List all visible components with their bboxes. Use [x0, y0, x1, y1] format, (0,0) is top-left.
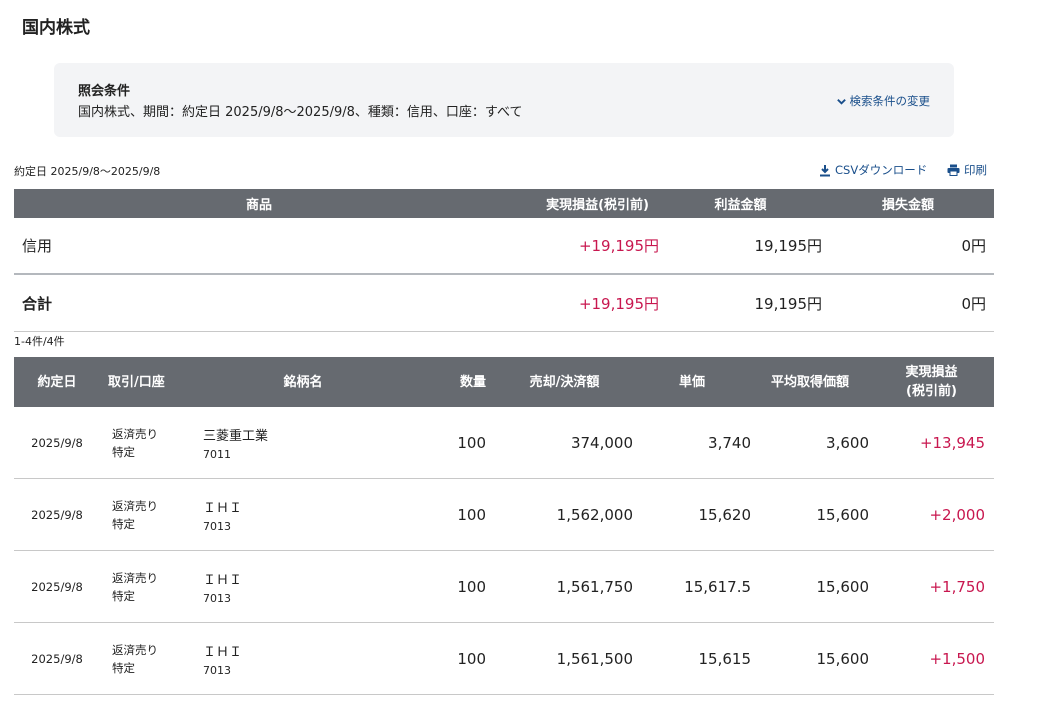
stock-name: 三菱重工業 — [203, 428, 269, 444]
table-row: 2025/9/8 返済売り 特定 ＩＨＩ 7013 100 1,561,750 … — [14, 550, 994, 623]
quantity: 100 — [418, 407, 496, 479]
account-type: 特定 — [112, 660, 135, 675]
stock-code: 7013 — [203, 663, 231, 677]
header-trade: 取引/口座 — [100, 357, 188, 407]
page-title: 国内株式 — [22, 18, 90, 38]
settlement-amount: 1,561,500 — [496, 622, 633, 695]
realized-cell: +19,195円 — [504, 218, 659, 275]
table-row: 2025/9/8 返済売り 特定 三菱重工業 7011 100 374,000 … — [14, 407, 994, 479]
stock-code: 7011 — [203, 447, 231, 461]
change-conditions-label: 検索条件の変更 — [849, 94, 931, 108]
header-price: 単価 — [633, 357, 751, 407]
realized-pl: +1,750 — [869, 550, 994, 623]
detail-header-row: 約定日 取引/口座 銘柄名 数量 売却/決済額 単価 平均取得価額 実現損益 (… — [14, 357, 994, 407]
header-profit: 利益金額 — [659, 189, 822, 218]
realized-pl: +1,500 — [869, 622, 994, 695]
search-conditions-panel: 照会条件 国内株式、期間：約定日 2025/9/8～2025/9/8、種類：信用… — [54, 63, 954, 137]
unit-price: 15,615 — [633, 622, 751, 695]
settlement-amount: 1,562,000 — [496, 478, 633, 551]
trade-type-cell: 返済売り 特定 — [100, 478, 188, 551]
average-cost: 15,600 — [751, 622, 869, 695]
trade-type: 返済売り — [112, 570, 158, 585]
trade-date: 2025/9/8 — [14, 478, 100, 551]
stock-cell: ＩＨＩ 7013 — [188, 550, 418, 623]
header-avg: 平均取得価額 — [751, 357, 869, 407]
conditions-label: 照会条件 — [78, 84, 131, 99]
download-icon — [820, 164, 830, 176]
summary-header-row: 商品 実現損益(税引前) 利益金額 損失金額 — [14, 189, 994, 218]
print-label: 印刷 — [964, 163, 987, 177]
stock-name: ＩＨＩ — [203, 500, 243, 516]
realized-pl: +2,000 — [869, 478, 994, 551]
total-realized: +19,195円 — [504, 274, 659, 332]
summary-row-total: 合計 +19,195円 19,195円 0円 — [14, 274, 994, 332]
settlement-amount: 374,000 — [496, 407, 633, 479]
average-cost: 3,600 — [751, 407, 869, 479]
average-cost: 15,600 — [751, 478, 869, 551]
period-text: 約定日 2025/9/8～2025/9/8 — [14, 165, 161, 178]
header-realized-line2: (税引前) — [906, 384, 957, 399]
stock-cell: 三菱重工業 7011 — [188, 407, 418, 479]
stock-code: 7013 — [203, 591, 231, 605]
trade-type: 返済売り — [112, 498, 158, 513]
account-type: 特定 — [112, 516, 135, 531]
total-label: 合計 — [14, 274, 504, 332]
header-realized: 実現損益 (税引前) — [869, 357, 994, 407]
trade-date: 2025/9/8 — [14, 407, 100, 479]
unit-price: 15,620 — [633, 478, 751, 551]
stock-name: ＩＨＩ — [203, 572, 243, 588]
loss-cell: 0円 — [822, 218, 994, 275]
header-name: 銘柄名 — [188, 357, 418, 407]
header-date: 約定日 — [14, 357, 100, 407]
table-row: 2025/9/8 返済売り 特定 ＩＨＩ 7013 100 1,561,500 … — [14, 622, 994, 695]
unit-price: 15,617.5 — [633, 550, 751, 623]
quantity: 100 — [418, 478, 496, 551]
stock-name: ＩＨＩ — [203, 644, 243, 660]
header-loss: 損失金額 — [822, 189, 994, 218]
total-profit: 19,195円 — [659, 274, 822, 332]
trade-type: 返済売り — [112, 426, 158, 441]
summary-table: 商品 実現損益(税引前) 利益金額 損失金額 信用 +19,195円 19,19… — [14, 189, 994, 332]
product-cell: 信用 — [14, 218, 504, 275]
realized-pl: +13,945 — [869, 407, 994, 479]
trade-type-cell: 返済売り 特定 — [100, 407, 188, 479]
header-realized: 実現損益(税引前) — [504, 189, 659, 218]
trade-type-cell: 返済売り 特定 — [100, 622, 188, 695]
trade-detail-table: 約定日 取引/口座 銘柄名 数量 売却/決済額 単価 平均取得価額 実現損益 (… — [14, 357, 994, 695]
quantity: 100 — [418, 622, 496, 695]
quantity: 100 — [418, 550, 496, 623]
unit-price: 3,740 — [633, 407, 751, 479]
trade-type: 返済売り — [112, 642, 158, 657]
average-cost: 15,600 — [751, 550, 869, 623]
trade-type-cell: 返済売り 特定 — [100, 550, 188, 623]
printer-icon — [947, 164, 960, 176]
result-count: 1-4件/4件 — [14, 335, 65, 348]
csv-download-link[interactable]: CSVダウンロード — [819, 162, 927, 178]
profit-cell: 19,195円 — [659, 218, 822, 275]
header-realized-line1: 実現損益 — [905, 365, 958, 380]
trade-date: 2025/9/8 — [14, 550, 100, 623]
header-product: 商品 — [14, 189, 504, 218]
header-amount: 売却/決済額 — [496, 357, 633, 407]
summary-row-credit: 信用 +19,195円 19,195円 0円 — [14, 218, 994, 275]
csv-download-label: CSVダウンロード — [835, 163, 928, 177]
table-row: 2025/9/8 返済売り 特定 ＩＨＩ 7013 100 1,562,000 … — [14, 478, 994, 551]
change-conditions-link[interactable]: 検索条件の変更 — [836, 93, 931, 109]
stock-cell: ＩＨＩ 7013 — [188, 622, 418, 695]
print-link[interactable]: 印刷 — [947, 162, 987, 178]
trade-date: 2025/9/8 — [14, 622, 100, 695]
settlement-amount: 1,561,750 — [496, 550, 633, 623]
conditions-text: 国内株式、期間：約定日 2025/9/8～2025/9/8、種類：信用、口座：す… — [78, 105, 523, 120]
account-type: 特定 — [112, 444, 135, 459]
account-type: 特定 — [112, 588, 135, 603]
chevron-down-icon — [836, 98, 846, 105]
header-qty: 数量 — [418, 357, 496, 407]
stock-code: 7013 — [203, 519, 231, 533]
total-loss: 0円 — [822, 274, 994, 332]
stock-cell: ＩＨＩ 7013 — [188, 478, 418, 551]
